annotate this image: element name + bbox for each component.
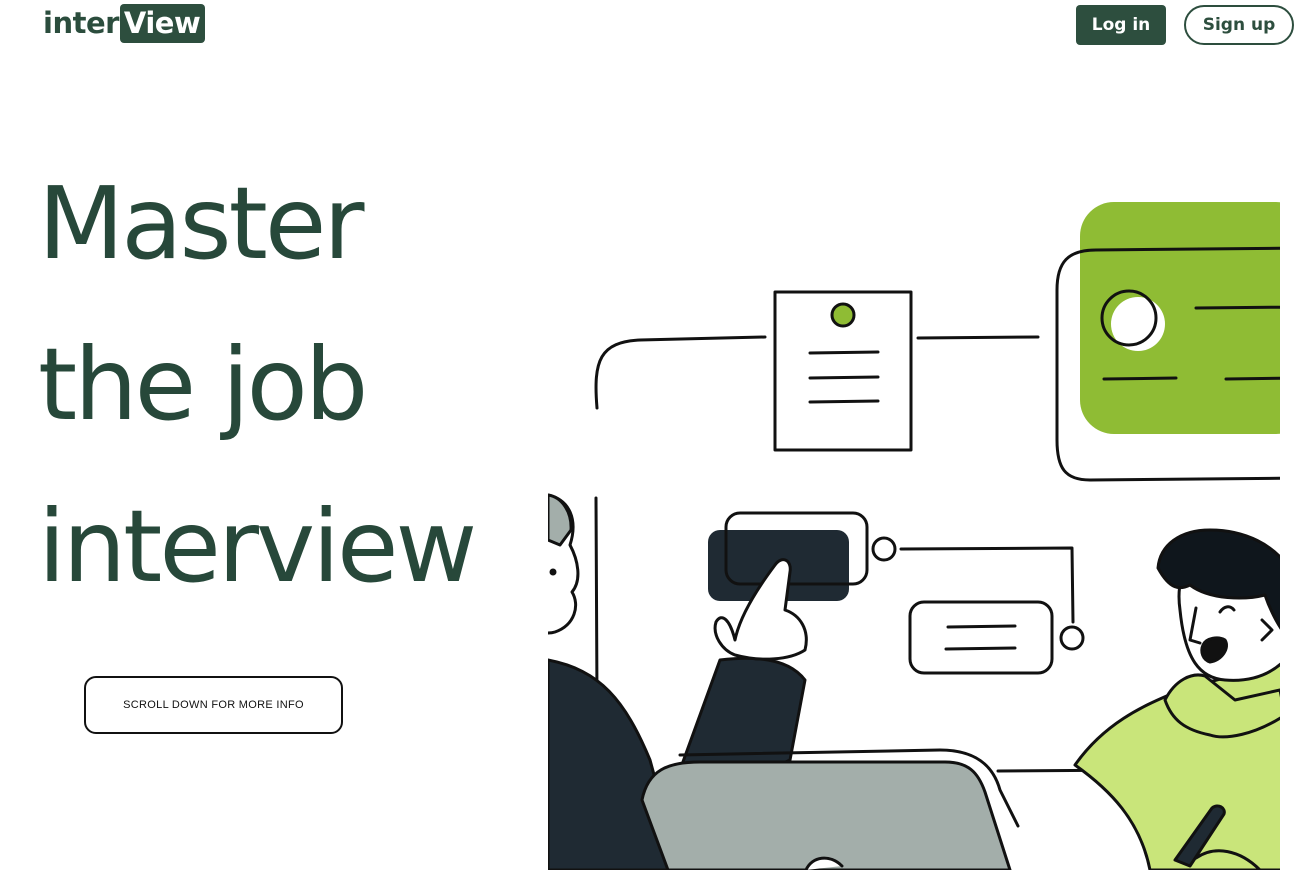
hero-title-line-2: the job: [38, 326, 368, 443]
signup-button[interactable]: Sign up: [1184, 5, 1294, 45]
logo-text-view: View: [119, 3, 206, 43]
logo[interactable]: inter View: [43, 2, 206, 44]
hero-title-line-1: Master: [38, 165, 365, 282]
hero-title-line-3: interview: [38, 488, 477, 605]
login-button[interactable]: Log in: [1076, 5, 1166, 45]
job-interview-illustration: [548, 190, 1280, 870]
logo-text-inter: inter: [43, 6, 119, 40]
scroll-down-button[interactable]: SCROLL DOWN FOR MORE INFO: [84, 676, 343, 734]
